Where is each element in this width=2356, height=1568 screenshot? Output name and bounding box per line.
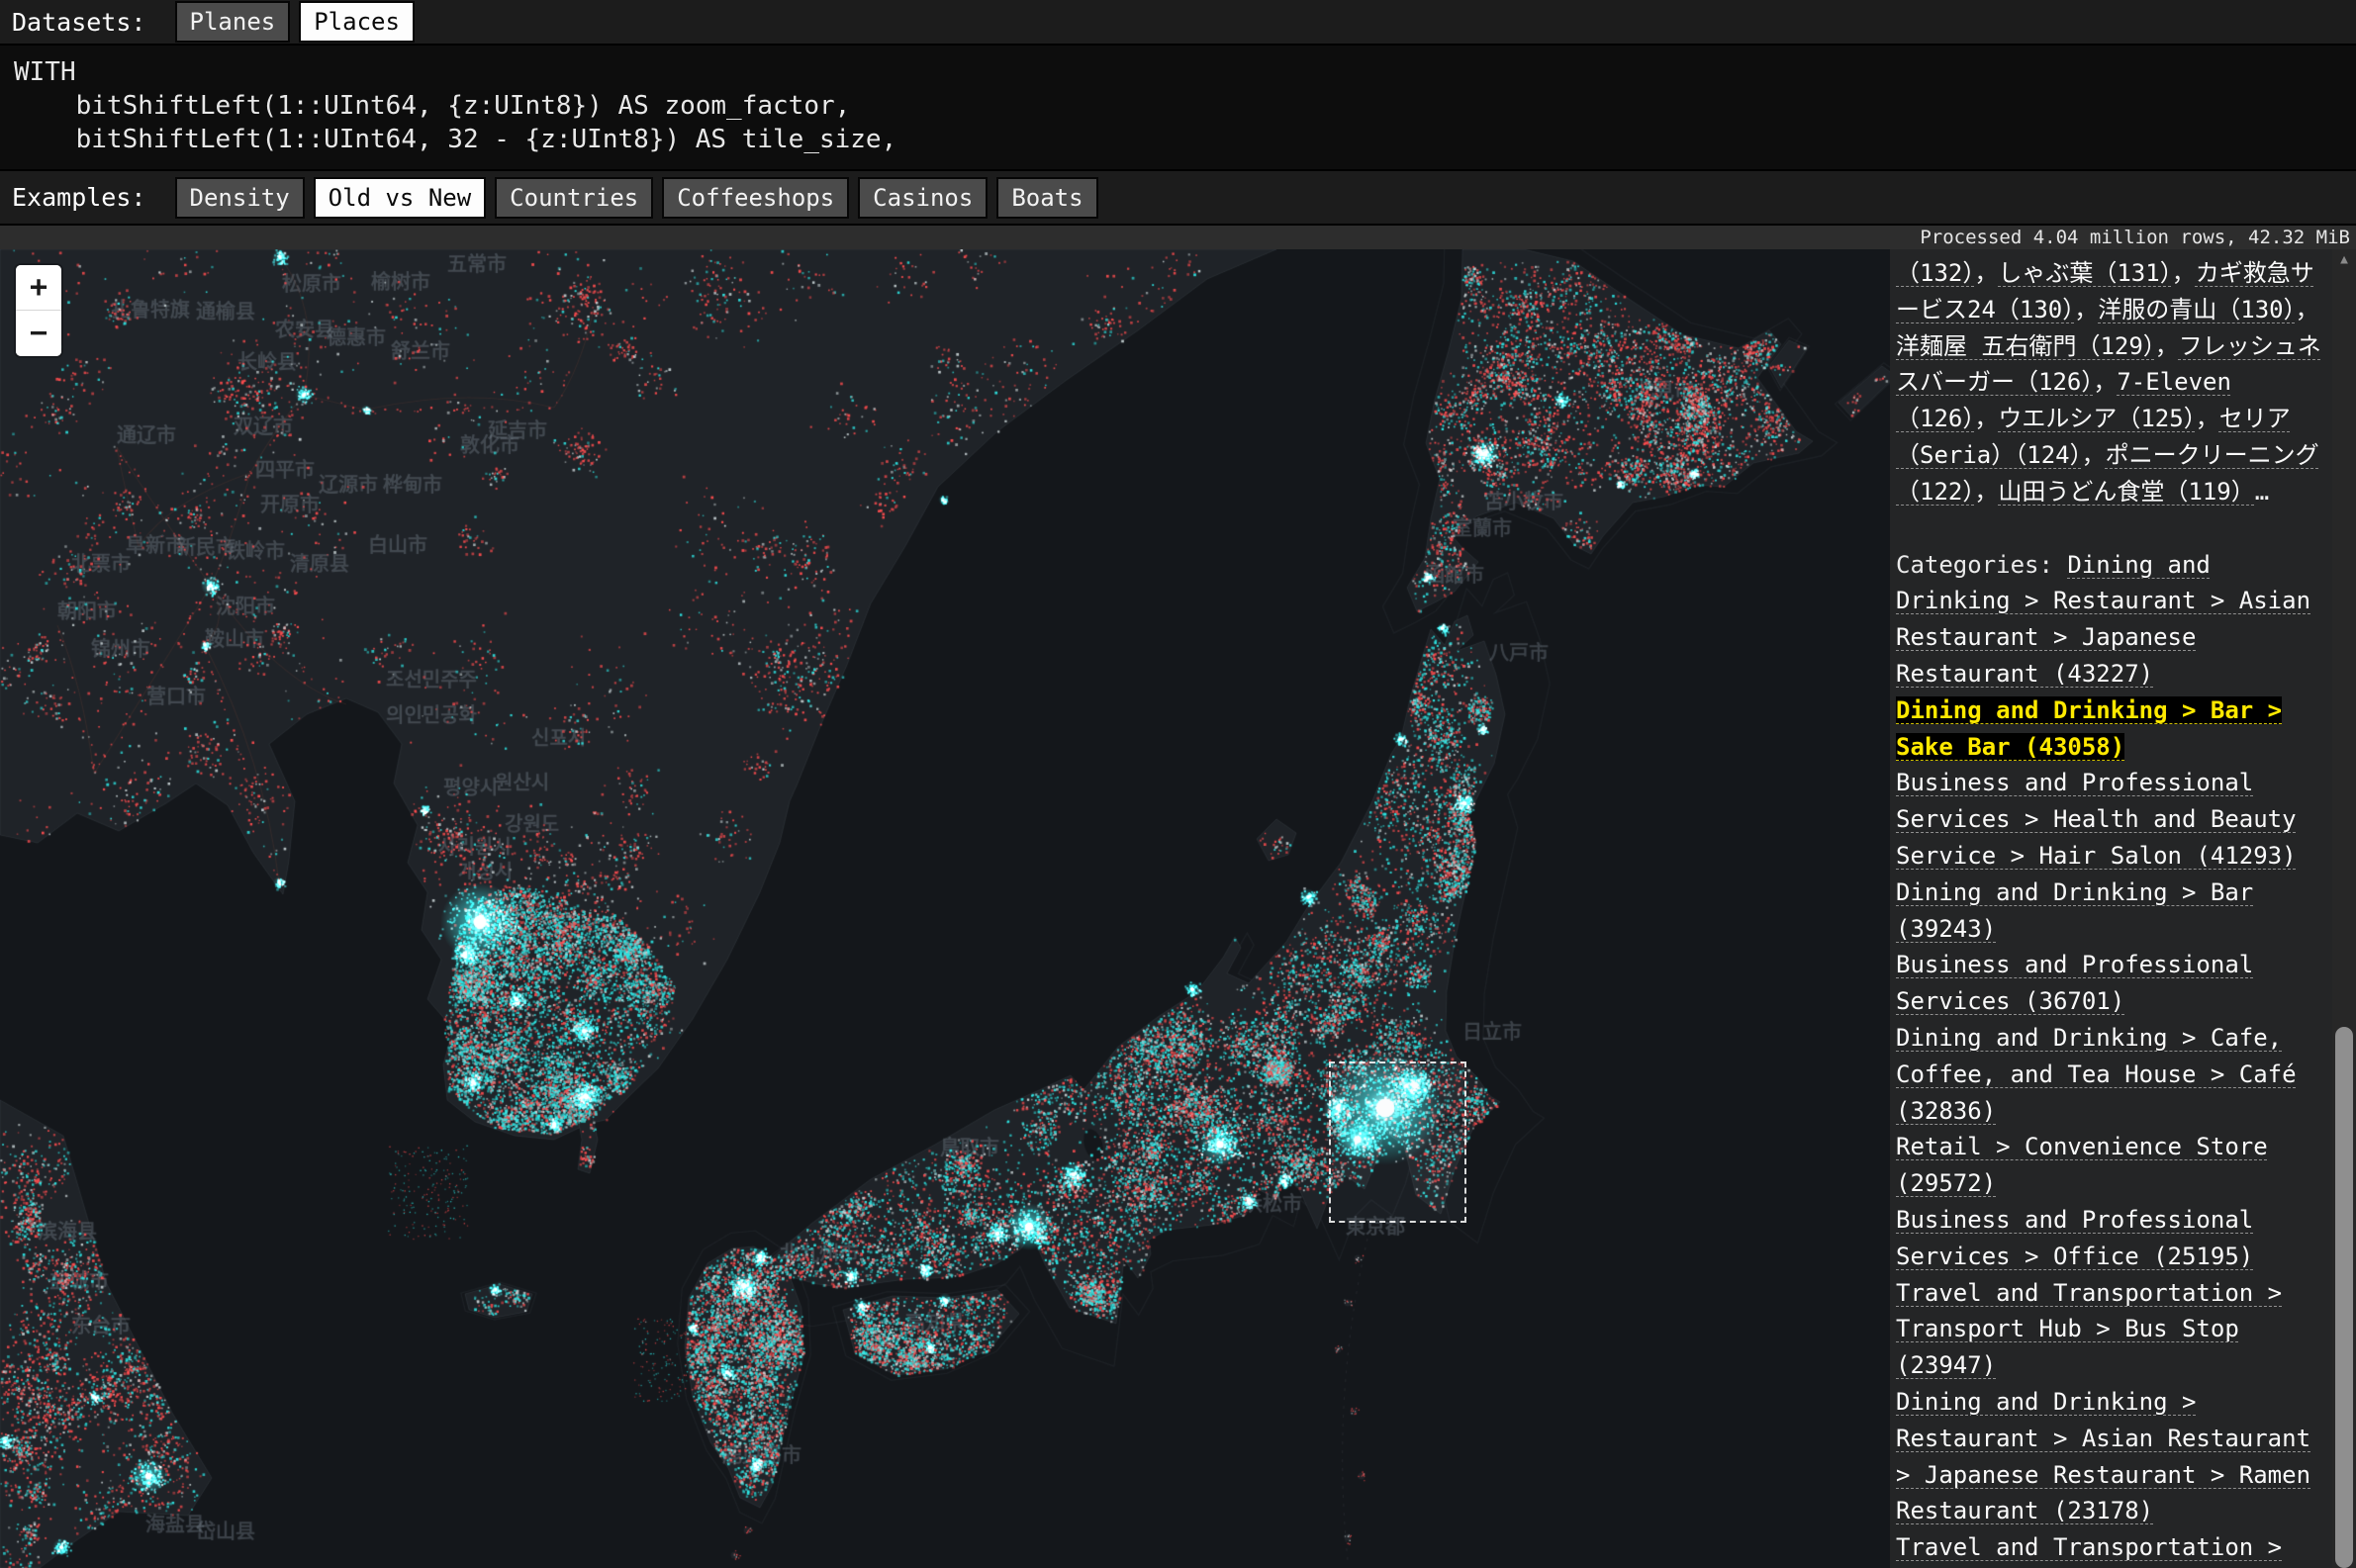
category-row: Business and Professional Services (3670…	[1896, 947, 2326, 1020]
map-zoom-control: + −	[16, 265, 61, 356]
category-link-highlighted[interactable]: Dining and Drinking > Bar > Sake Bar (43…	[1896, 696, 2282, 761]
category-link[interactable]: Business and Professional Services > Hea…	[1896, 769, 2297, 870]
top-names-list: （132），しゃぶ葉（131），カギ救急サービス24（130），洋服の青山（13…	[1896, 255, 2326, 510]
categories-label: Categories:	[1896, 551, 2067, 579]
example-button-coffeeshops[interactable]: Coffeeshops	[662, 177, 849, 219]
category-row: Dining and Drinking > Bar > Sake Bar (43…	[1896, 692, 2326, 766]
category-link[interactable]: Travel and Transportation > Road > Inter…	[1896, 1533, 2282, 1568]
category-row: Categories: Dining and Drinking > Restau…	[1896, 547, 2326, 692]
categories-list: Categories: Dining and Drinking > Restau…	[1896, 547, 2326, 1568]
category-row: Retail > Convenience Store (29572)	[1896, 1129, 2326, 1202]
datasets-label: Datasets:	[12, 8, 161, 37]
examples-label: Examples:	[12, 183, 161, 212]
category-row: Business and Professional Services > Hea…	[1896, 765, 2326, 874]
sidebar-scrollbar[interactable]: ▲	[2332, 249, 2356, 1568]
results-panel: （132），しゃぶ葉（131），カギ救急サービス24（130），洋服の青山（13…	[1890, 249, 2332, 1568]
example-button-casinos[interactable]: Casinos	[858, 177, 988, 219]
name-link[interactable]: 洋麺屋 五右衛門（129）	[1896, 332, 2155, 360]
sql-text: WITH bitShiftLeft(1::UInt64, {z:UInt8}) …	[0, 46, 2356, 156]
datasets-buttons: PlanesPlaces	[175, 1, 424, 43]
category-link[interactable]: Business and Professional Services > Off…	[1896, 1206, 2253, 1270]
dataset-button-planes[interactable]: Planes	[175, 1, 291, 43]
category-row: Travel and Transportation > Road > Inter…	[1896, 1529, 2326, 1568]
main-area: + − （132），しゃぶ葉（131），カギ救急サービス24（130），洋服の青…	[0, 249, 2356, 1568]
category-row: Dining and Drinking > Cafe, Coffee, and …	[1896, 1020, 2326, 1129]
sql-editor[interactable]: WITH bitShiftLeft(1::UInt64, {z:UInt8}) …	[0, 46, 2356, 170]
category-row: Dining and Drinking > Restaurant > Asian…	[1896, 1384, 2326, 1529]
example-button-density[interactable]: Density	[175, 177, 305, 219]
scrollbar-thumb[interactable]	[2335, 1027, 2353, 1568]
category-link[interactable]: Dining and Drinking > Cafe, Coffee, and …	[1896, 1024, 2297, 1125]
map-zoom-in-button[interactable]: +	[16, 265, 61, 311]
name-link[interactable]: 山田うどん食堂（119）	[1998, 478, 2254, 506]
map-selection-box[interactable]	[1329, 1061, 1466, 1223]
category-link[interactable]: Travel and Transportation > Transport Hu…	[1896, 1279, 2282, 1380]
example-button-countries[interactable]: Countries	[495, 177, 653, 219]
status-bar: Processed 4.04 million rows, 42.32 MiB	[0, 226, 2356, 249]
name-link[interactable]: （132）	[1896, 259, 1974, 287]
category-row: Business and Professional Services > Off…	[1896, 1202, 2326, 1275]
example-button-boats[interactable]: Boats	[996, 177, 1097, 219]
app-root: { "datasets_bar": { "label": "Datasets: …	[0, 0, 2356, 1568]
category-link[interactable]: Dining and Drinking > Bar (39243)	[1896, 878, 2253, 943]
status-text: Processed 4.04 million rows, 42.32 MiB	[1920, 226, 2350, 249]
category-row: Travel and Transportation > Transport Hu…	[1896, 1275, 2326, 1384]
map-canvas[interactable]	[0, 249, 1890, 1568]
dataset-button-places[interactable]: Places	[299, 1, 415, 43]
scroll-up-icon[interactable]: ▲	[2332, 249, 2356, 273]
category-link[interactable]: Retail > Convenience Store (29572)	[1896, 1133, 2268, 1197]
name-link[interactable]: 洋服の青山（130）	[2098, 296, 2295, 323]
category-link[interactable]: Business and Professional Services (3670…	[1896, 951, 2253, 1015]
name-link[interactable]: しゃぶ葉（131）	[1998, 259, 2171, 287]
datasets-bar: Datasets: PlanesPlaces	[0, 0, 2356, 46]
map-zoom-out-button[interactable]: −	[16, 311, 61, 356]
examples-buttons: DensityOld vs NewCountriesCoffeeshopsCas…	[175, 177, 1107, 219]
examples-bar: Examples: DensityOld vs NewCountriesCoff…	[0, 170, 2356, 226]
example-button-old-vs-new[interactable]: Old vs New	[314, 177, 487, 219]
name-link[interactable]: ウエルシア（125）	[1998, 405, 2195, 432]
category-row: Dining and Drinking > Bar (39243)	[1896, 875, 2326, 948]
category-link[interactable]: Dining and Drinking > Restaurant > Asian…	[1896, 1388, 2310, 1524]
